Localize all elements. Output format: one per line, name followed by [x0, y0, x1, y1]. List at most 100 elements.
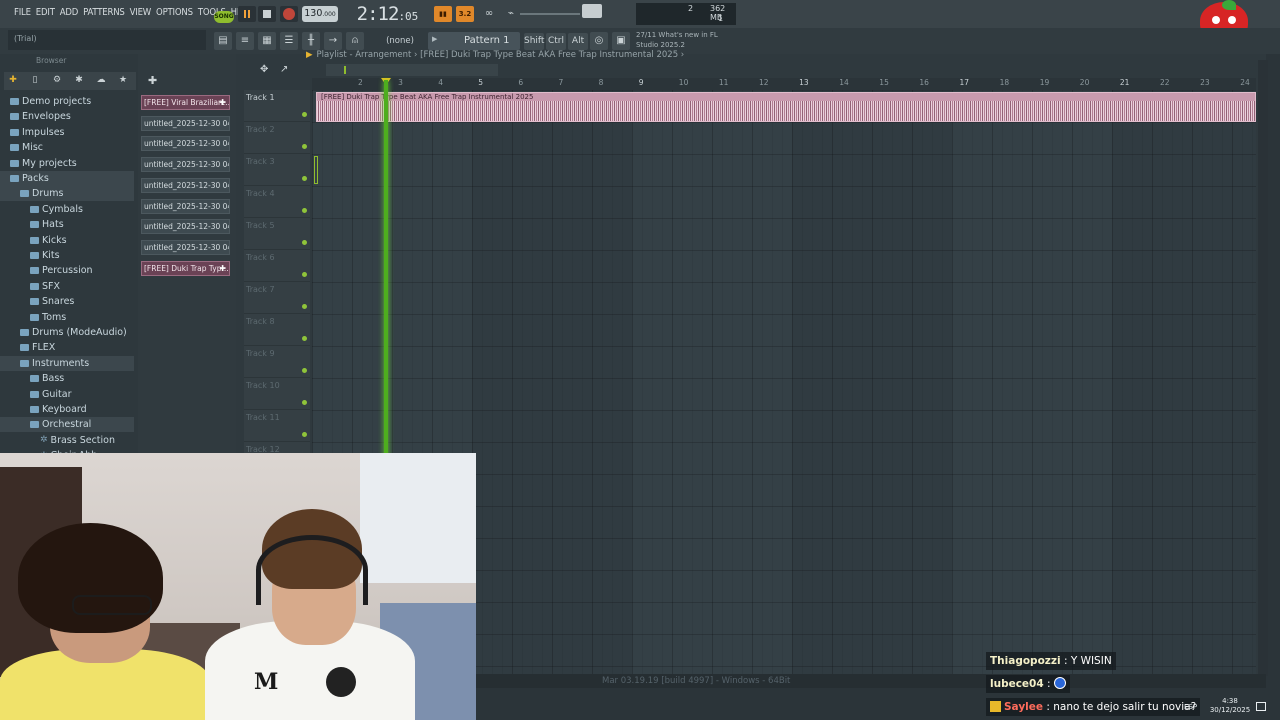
- browser-item[interactable]: FLEX: [0, 340, 134, 355]
- countdown-button[interactable]: 3.2: [456, 6, 474, 22]
- arrow-tool-icon[interactable]: ↗: [280, 64, 288, 75]
- language-indicator[interactable]: ESP: [1184, 703, 1197, 711]
- stop-button[interactable]: [258, 6, 276, 22]
- record-button[interactable]: [280, 6, 298, 22]
- track-header[interactable]: Track 4: [244, 186, 310, 218]
- step-edit-icon[interactable]: ⌁: [502, 6, 520, 22]
- cog-icon[interactable]: ✱: [72, 75, 86, 87]
- track-header[interactable]: Track 8: [244, 314, 310, 346]
- playlist-arrow-icon[interactable]: ▶: [306, 50, 313, 60]
- none-selector[interactable]: (none): [375, 33, 425, 49]
- audio-clip[interactable]: [FREE] Duki Trap Type Beat AKA Free Trap…: [316, 92, 1256, 122]
- track-mute-led[interactable]: [302, 368, 307, 373]
- pattern-clip-item[interactable]: untitled_2025-12-30 04-: [141, 115, 230, 131]
- file-icon[interactable]: ▯: [28, 75, 42, 87]
- track-header[interactable]: Track 10: [244, 378, 310, 410]
- browser-item[interactable]: Percussion: [0, 263, 134, 278]
- microphone-icon[interactable]: ⍝: [346, 32, 364, 50]
- browser-item[interactable]: Misc: [0, 140, 134, 155]
- pause-button[interactable]: [238, 6, 256, 22]
- track-header[interactable]: Track 6: [244, 250, 310, 282]
- news-panel[interactable]: 27/11 What's new in FL Studio 2025.2: [636, 30, 718, 50]
- tempo-display[interactable]: 130.000: [302, 6, 338, 22]
- browser-item[interactable]: Kits: [0, 248, 134, 263]
- star-icon[interactable]: ★: [116, 75, 130, 87]
- browser-item[interactable]: Drums: [0, 186, 134, 202]
- track-header[interactable]: Track 2: [244, 122, 310, 154]
- track-header[interactable]: Track 1: [244, 90, 310, 122]
- track-mute-led[interactable]: [302, 240, 307, 245]
- pattern-clip-item[interactable]: untitled_2025-12-30 04-: [141, 198, 230, 214]
- browser-icon[interactable]: ☰: [280, 32, 298, 50]
- time-scroll-strip[interactable]: [326, 64, 498, 76]
- menu-add[interactable]: ADD: [60, 7, 79, 18]
- browser-item[interactable]: Kicks: [0, 233, 134, 248]
- browser-add-icon[interactable]: ✚: [6, 75, 20, 87]
- master-pitch-knob[interactable]: [582, 4, 602, 18]
- track-mute-led[interactable]: [302, 208, 307, 213]
- audio-clip-item[interactable]: [FREE] Duki Trap Typ...: [141, 260, 230, 276]
- picker-cross-icon[interactable]: ✚: [148, 74, 157, 87]
- browser-item[interactable]: Cymbals: [0, 202, 134, 217]
- browser-item[interactable]: Bass: [0, 371, 134, 386]
- clock[interactable]: 4:38 30/12/2025: [1200, 697, 1260, 715]
- track-mute-led[interactable]: [302, 304, 307, 309]
- menu-patterns[interactable]: PATTERNS: [83, 7, 125, 18]
- menu-options[interactable]: OPTIONS: [156, 7, 193, 18]
- metronome-button[interactable]: ▮▮: [434, 6, 452, 22]
- browser-item[interactable]: Drums (ModeAudio): [0, 325, 134, 340]
- track-header[interactable]: Track 3: [244, 154, 310, 186]
- alt-key[interactable]: Alt: [568, 33, 588, 50]
- mixer-icon[interactable]: ╫: [302, 32, 320, 50]
- track-mute-led[interactable]: [302, 176, 307, 181]
- browser-item[interactable]: Hats: [0, 217, 134, 232]
- browser-item[interactable]: My projects: [0, 156, 134, 171]
- track-mute-led[interactable]: [302, 336, 307, 341]
- browser-item[interactable]: Packs: [0, 171, 134, 186]
- audio-clip-item[interactable]: [FREE] Viral Brazilian...: [141, 95, 230, 110]
- arrow-icon[interactable]: →: [324, 32, 342, 50]
- online-icon[interactable]: ◎: [590, 32, 608, 50]
- song-mode-toggle[interactable]: SONG: [214, 11, 234, 23]
- browser-item[interactable]: Instruments: [0, 355, 134, 371]
- menu-file[interactable]: FILE: [14, 7, 31, 18]
- menu-view[interactable]: VIEW: [130, 7, 152, 18]
- browser-item[interactable]: Demo projects: [0, 94, 134, 109]
- loop-record-icon[interactable]: ∞: [480, 6, 498, 22]
- time-display[interactable]: 2:12:05: [345, 3, 430, 25]
- pattern-clip-item[interactable]: untitled_2025-12-30 04-: [141, 239, 230, 255]
- browser-item[interactable]: ✲ Brass Section: [0, 433, 134, 448]
- track-mute-led[interactable]: [302, 400, 307, 405]
- menu-edit[interactable]: EDIT: [36, 7, 55, 18]
- pattern-clip-item[interactable]: untitled_2025-12-30 04-: [141, 219, 230, 235]
- channel-rack-icon[interactable]: ≡: [236, 32, 254, 50]
- shift-key[interactable]: Shift: [524, 33, 544, 50]
- pattern-clip-item[interactable]: untitled_2025-12-30 04-: [141, 157, 230, 173]
- track-header[interactable]: Track 9: [244, 346, 310, 378]
- browser-item[interactable]: SFX: [0, 279, 134, 294]
- track-header[interactable]: Track 7: [244, 282, 310, 314]
- plugin-icon[interactable]: ⚙: [50, 75, 64, 87]
- track-header[interactable]: Track 5: [244, 218, 310, 250]
- pattern-clip-item[interactable]: untitled_2025-12-30 04-: [141, 177, 230, 193]
- track-mute-led[interactable]: [302, 144, 307, 149]
- browser-item[interactable]: Toms: [0, 310, 134, 325]
- news-icon[interactable]: ▣: [612, 32, 630, 50]
- browser-item[interactable]: Keyboard: [0, 402, 134, 417]
- track-mute-led[interactable]: [302, 112, 307, 117]
- vertical-scrollbar[interactable]: [1258, 60, 1268, 676]
- master-volume-slider[interactable]: [520, 8, 580, 20]
- browser-item[interactable]: Orchestral: [0, 417, 134, 433]
- track-header[interactable]: Track 11: [244, 410, 310, 442]
- playlist-icon[interactable]: ▤: [214, 32, 232, 50]
- timeline-ruler[interactable]: 2 3 4 5 6 7 8 9 10 11 12 13 14 15 16 17 18 19 20 21 22 23 24: [312, 78, 1256, 90]
- piano-roll-icon[interactable]: ▦: [258, 32, 276, 50]
- track-mute-led[interactable]: [302, 272, 307, 277]
- ctrl-key[interactable]: Ctrl: [546, 33, 566, 50]
- pattern-selector[interactable]: Pattern 1: [428, 32, 520, 50]
- snap-icon[interactable]: ✥: [260, 64, 268, 75]
- track-mute-led[interactable]: [302, 432, 307, 437]
- notification-icon[interactable]: [1256, 702, 1266, 711]
- pattern-clip-item[interactable]: untitled_2025-12-30 04-: [141, 136, 230, 152]
- browser-item[interactable]: Guitar: [0, 387, 134, 402]
